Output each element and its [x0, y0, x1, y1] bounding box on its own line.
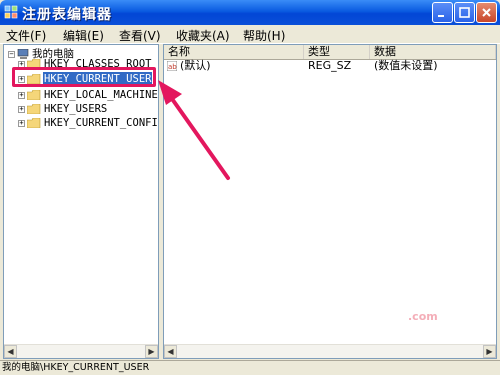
close-button[interactable]	[476, 2, 497, 23]
value-type: REG_SZ	[308, 59, 352, 72]
menu-bar: 文件(F) 编辑(E) 查看(V) 收藏夹(A) 帮助(H)	[0, 25, 500, 44]
maximize-icon	[459, 7, 470, 18]
tree-item-hkcc[interactable]: + HKEY_CURRENT_CONFIG	[4, 116, 158, 130]
tree-horizontal-scrollbar[interactable]: ◀ ▶	[4, 344, 158, 358]
maximize-button[interactable]	[454, 2, 475, 23]
status-path: 我的电脑\HKEY_CURRENT_USER	[2, 362, 150, 373]
column-data[interactable]: 数据	[370, 45, 496, 59]
list-header: 名称 类型 数据	[164, 45, 496, 60]
window-title: 注册表编辑器	[22, 7, 112, 23]
expand-toggle[interactable]: +	[18, 120, 25, 127]
tree-item-hku[interactable]: + HKEY_USERS	[4, 102, 158, 116]
menu-favorites[interactable]: 收藏夹(A)	[176, 27, 230, 44]
folder-icon	[27, 118, 41, 128]
menu-edit[interactable]: 编辑(E)	[63, 27, 104, 44]
tree-item-label: HKEY_USERS	[44, 103, 108, 115]
minimize-icon	[438, 15, 444, 17]
menu-help[interactable]: 帮助(H)	[243, 27, 285, 44]
menu-view[interactable]: 查看(V)	[119, 27, 161, 44]
expand-toggle[interactable]: +	[18, 106, 25, 113]
status-bar: 我的电脑\HKEY_CURRENT_USER	[0, 360, 500, 375]
folder-icon	[27, 104, 41, 114]
close-icon	[482, 8, 491, 17]
list-item[interactable]: ab (默认) REG_SZ (数值未设置)	[164, 59, 496, 73]
watermark: .com	[408, 310, 438, 323]
folder-icon	[27, 90, 41, 100]
registry-icon	[4, 5, 18, 19]
title-bar[interactable]: 注册表编辑器	[0, 0, 500, 25]
scroll-right-button[interactable]: ▶	[145, 345, 158, 358]
values-list-pane[interactable]: 名称 类型 数据 ab (默认) REG_SZ (数值未设置) ◀ ▶	[163, 44, 497, 359]
value-data: (数值未设置)	[374, 59, 438, 72]
key-tree-pane[interactable]: − 我的电脑 + HKEY_CLASSES_ROOT + HKEY_CURREN…	[3, 44, 159, 359]
menu-file[interactable]: 文件(F)	[6, 27, 46, 44]
tree-item-label: HKEY_CURRENT_CONFIG	[44, 117, 159, 129]
expand-toggle[interactable]: +	[18, 92, 25, 99]
tree-item-label: HKEY_LOCAL_MACHINE	[44, 89, 158, 101]
tree-item-hklm[interactable]: + HKEY_LOCAL_MACHINE	[4, 88, 158, 102]
scroll-right-button[interactable]: ▶	[483, 345, 496, 358]
value-name: (默认)	[180, 59, 211, 72]
minimize-button[interactable]	[432, 2, 453, 23]
string-value-icon: ab	[167, 61, 177, 71]
scroll-left-button[interactable]: ◀	[4, 345, 17, 358]
registry-editor-window: 注册表编辑器 文件(F) 编辑(E) 查看(V) 收藏夹(A) 帮助(H) − …	[0, 0, 500, 375]
column-name[interactable]: 名称	[164, 45, 304, 59]
column-type[interactable]: 类型	[304, 45, 370, 59]
list-horizontal-scrollbar[interactable]: ◀ ▶	[164, 344, 496, 358]
highlight-box	[12, 67, 156, 87]
svg-text:ab: ab	[168, 63, 177, 71]
scroll-left-button[interactable]: ◀	[164, 345, 177, 358]
